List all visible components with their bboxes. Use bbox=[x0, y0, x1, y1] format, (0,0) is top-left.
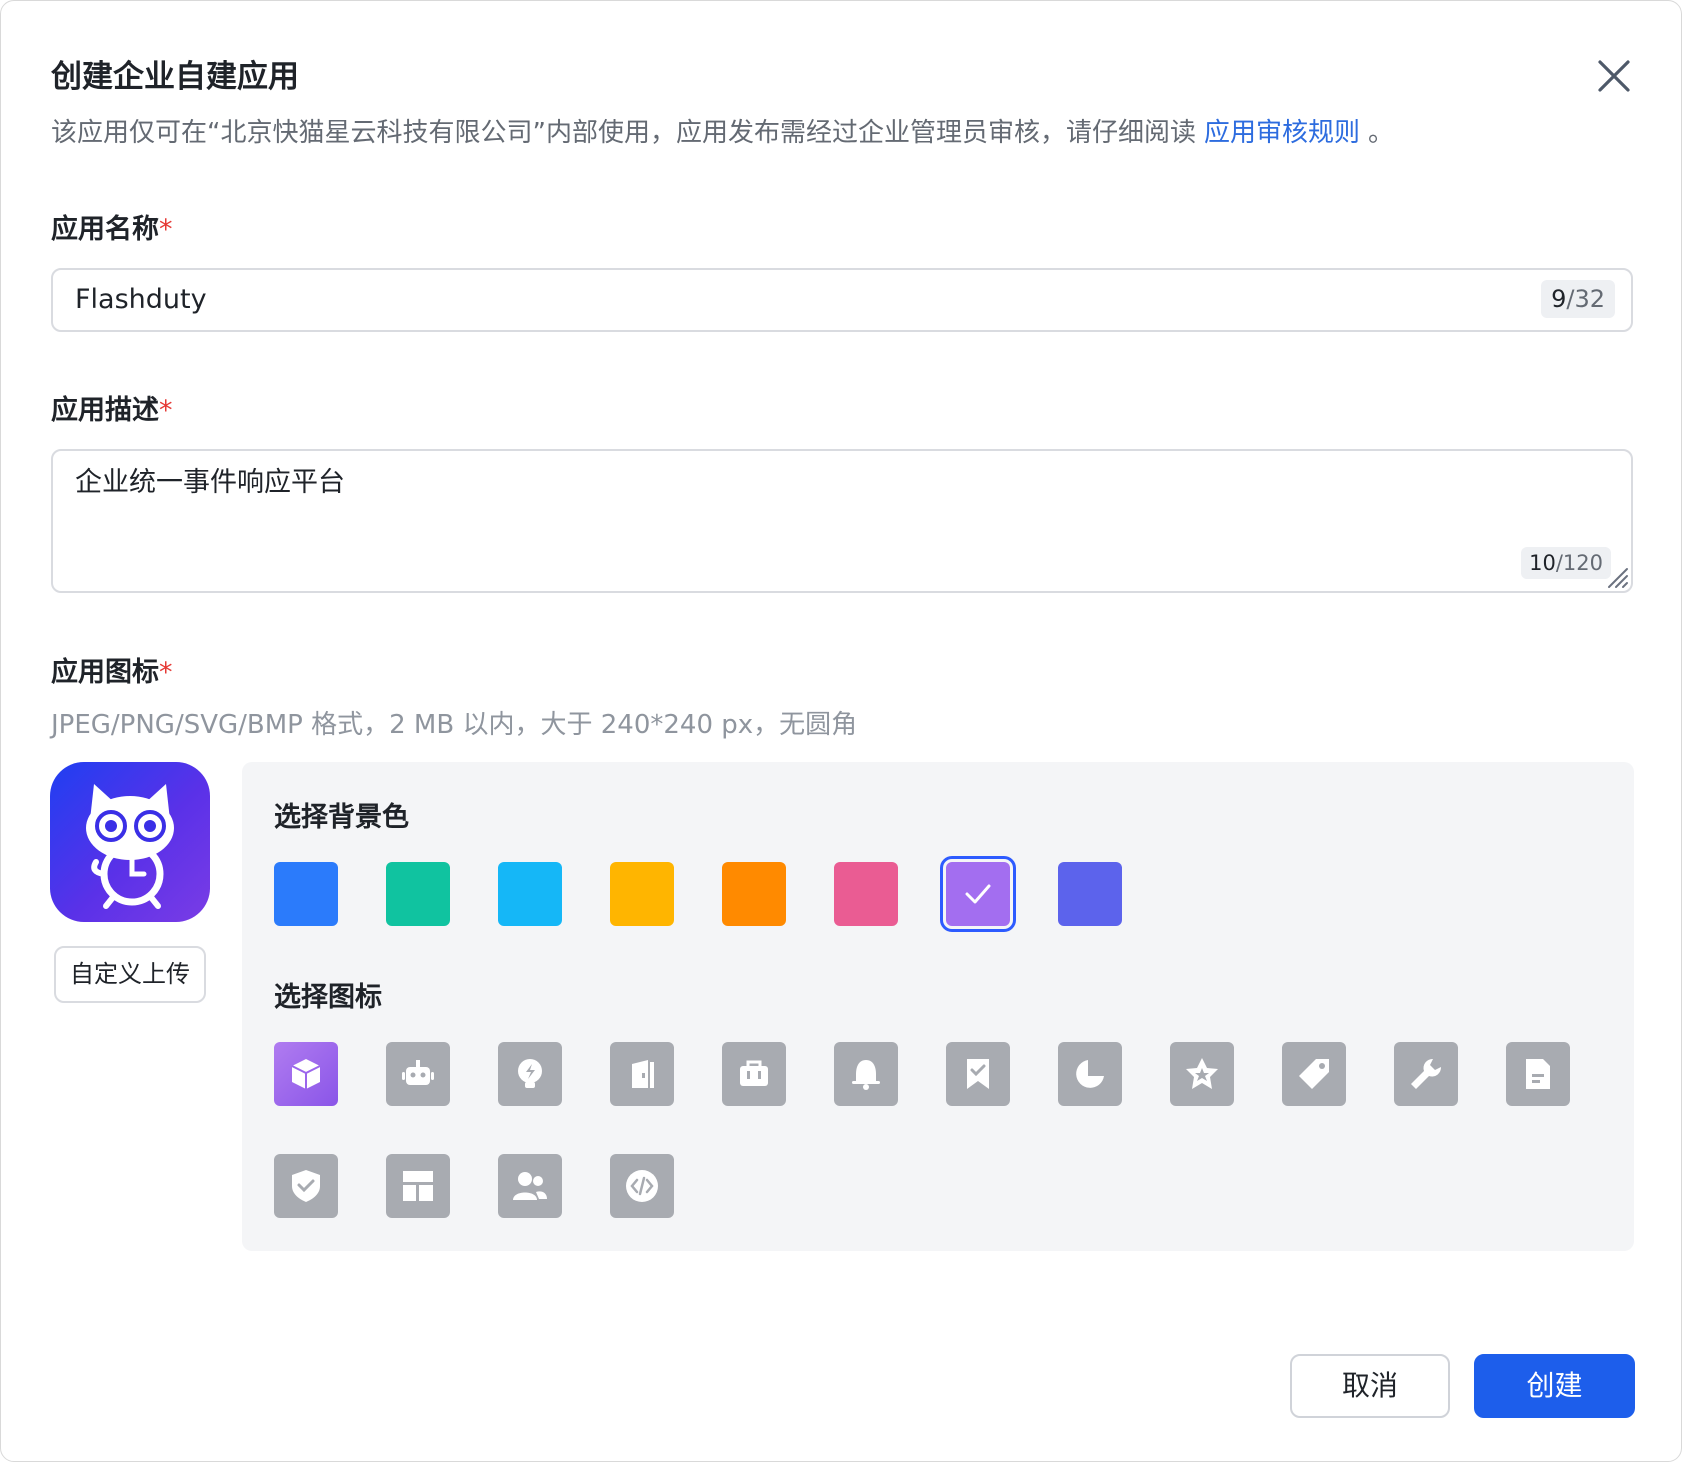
custom-upload-button[interactable]: 自定义上传 bbox=[54, 946, 206, 1003]
tag-icon bbox=[1299, 1059, 1329, 1089]
pie-chart-icon bbox=[1076, 1060, 1104, 1088]
color-swatch-amber[interactable] bbox=[610, 862, 674, 926]
app-name-value: Flashduty bbox=[75, 284, 207, 315]
color-swatch-blue[interactable] bbox=[274, 862, 338, 926]
color-swatch-cyan[interactable] bbox=[498, 862, 562, 926]
app-name-count-current: 9 bbox=[1551, 285, 1567, 313]
code-icon bbox=[626, 1170, 658, 1202]
app-name-count-max: /32 bbox=[1566, 285, 1605, 313]
color-swatch-pink[interactable] bbox=[834, 862, 898, 926]
notice-text: 该应用仅可在“北京快猫星云科技有限公司”内部使用，应用发布需经过企业管理员审核，… bbox=[51, 118, 1196, 148]
color-swatch-teal[interactable] bbox=[386, 862, 450, 926]
close-icon bbox=[1598, 60, 1630, 92]
dialog-notice: 该应用仅可在“北京快猫星云科技有限公司”内部使用，应用发布需经过企业管理员审核，… bbox=[51, 113, 1394, 153]
cube-icon bbox=[291, 1059, 321, 1089]
app-icon-label: 应用图标* bbox=[51, 653, 173, 693]
app-desc-count-max: /120 bbox=[1555, 551, 1603, 575]
review-rules-link[interactable]: 应用审核规则 bbox=[1204, 118, 1360, 148]
icon-option-lightbulb[interactable] bbox=[498, 1042, 562, 1106]
required-mark: * bbox=[159, 395, 173, 426]
icon-option-shield[interactable] bbox=[274, 1154, 338, 1218]
color-swatch-purple[interactable] bbox=[940, 856, 1016, 932]
app-name-input[interactable]: Flashduty 9/32 bbox=[51, 268, 1633, 332]
bookmark-check-icon bbox=[967, 1059, 989, 1089]
icon-option-cube[interactable] bbox=[274, 1042, 338, 1106]
shield-check-icon bbox=[292, 1170, 320, 1202]
layout-icon bbox=[403, 1171, 433, 1201]
star-badge-icon bbox=[1186, 1058, 1218, 1089]
icon-option-layout[interactable] bbox=[386, 1154, 450, 1218]
check-icon bbox=[965, 884, 991, 904]
required-mark: * bbox=[159, 657, 173, 688]
bg-color-title: 选择背景色 bbox=[274, 802, 409, 833]
icon-title: 选择图标 bbox=[274, 982, 382, 1013]
resize-handle-icon[interactable] bbox=[1603, 563, 1629, 589]
create-app-dialog: 创建企业自建应用 该应用仅可在“北京快猫星云科技有限公司”内部使用，应用发布需经… bbox=[0, 0, 1682, 1462]
color-swatch-indigo[interactable] bbox=[1058, 862, 1122, 926]
icon-option-wrench[interactable] bbox=[1394, 1042, 1458, 1106]
icon-option-users[interactable] bbox=[498, 1154, 562, 1218]
icon-option-briefcase[interactable] bbox=[722, 1042, 786, 1106]
icon-option-star[interactable] bbox=[1170, 1042, 1234, 1106]
document-icon bbox=[1526, 1059, 1550, 1089]
app-name-label: 应用名称* bbox=[51, 210, 173, 250]
cancel-button[interactable]: 取消 bbox=[1290, 1354, 1450, 1418]
icon-option-bookmark[interactable] bbox=[946, 1042, 1010, 1106]
app-desc-textarea[interactable]: 企业统一事件响应平台 10/120 bbox=[51, 449, 1633, 593]
icon-option-bell[interactable] bbox=[834, 1042, 898, 1106]
icon-option-pie[interactable] bbox=[1058, 1042, 1122, 1106]
create-button[interactable]: 创建 bbox=[1474, 1354, 1635, 1418]
app-desc-value: 企业统一事件响应平台 bbox=[75, 467, 345, 498]
app-name-label-text: 应用名称 bbox=[51, 214, 159, 245]
icon-option-tag[interactable] bbox=[1282, 1042, 1346, 1106]
color-swatch-orange[interactable] bbox=[722, 862, 786, 926]
icon-picker-panel: 选择背景色 选择图标 bbox=[242, 762, 1634, 1251]
icon-option-door[interactable] bbox=[610, 1042, 674, 1106]
door-icon bbox=[632, 1060, 654, 1088]
icon-option-robot[interactable] bbox=[386, 1042, 450, 1106]
icon-option-document[interactable] bbox=[1506, 1042, 1570, 1106]
app-desc-count-current: 10 bbox=[1529, 551, 1556, 575]
lightbulb-icon bbox=[518, 1059, 542, 1088]
icon-format-hint: JPEG/PNG/SVG/BMP 格式，2 MB 以内，大于 240*240 p… bbox=[51, 710, 858, 740]
app-icon-label-text: 应用图标 bbox=[51, 657, 159, 688]
dialog-title: 创建企业自建应用 bbox=[51, 59, 299, 95]
briefcase-icon bbox=[740, 1060, 768, 1086]
app-name-counter: 9/32 bbox=[1541, 280, 1615, 318]
app-desc-counter: 10/120 bbox=[1521, 547, 1611, 579]
app-icon-preview bbox=[50, 762, 210, 922]
notice-suffix: 。 bbox=[1367, 118, 1394, 148]
bell-icon bbox=[852, 1060, 880, 1090]
robot-icon bbox=[402, 1060, 434, 1085]
cat-mascot-icon bbox=[86, 784, 174, 909]
users-icon bbox=[513, 1172, 547, 1200]
icon-option-code[interactable] bbox=[610, 1154, 674, 1218]
app-desc-label: 应用描述* bbox=[51, 391, 173, 431]
wrench-icon bbox=[1411, 1058, 1442, 1089]
app-desc-label-text: 应用描述 bbox=[51, 395, 159, 426]
close-button[interactable] bbox=[1591, 53, 1637, 99]
required-mark: * bbox=[159, 214, 173, 245]
